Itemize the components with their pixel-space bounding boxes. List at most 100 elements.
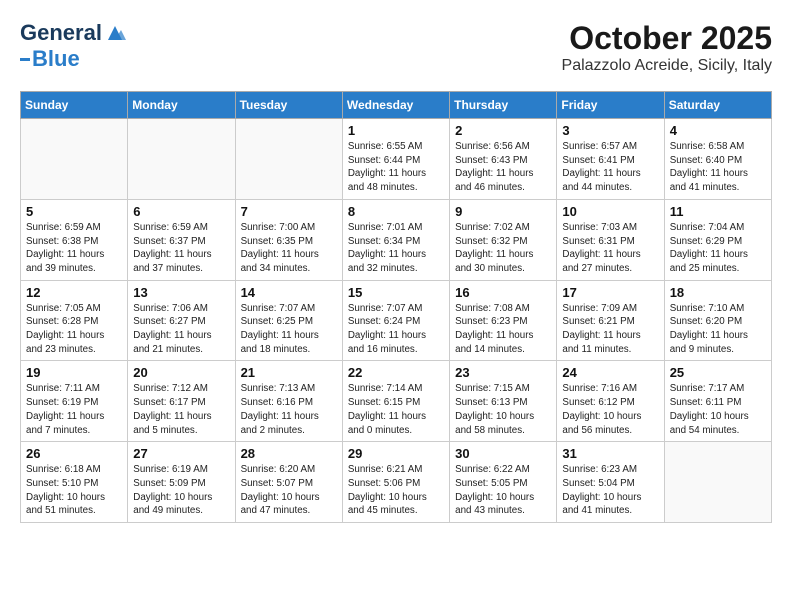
day-cell: 1 Sunrise: 6:55 AMSunset: 6:44 PMDaylight… xyxy=(342,119,449,200)
day-cell: 30 Sunrise: 6:22 AMSunset: 5:05 PMDayligh… xyxy=(450,442,557,523)
day-number: 31 xyxy=(562,446,658,461)
header-friday: Friday xyxy=(557,92,664,119)
day-info: Sunrise: 6:21 AMSunset: 5:06 PMDaylight:… xyxy=(348,463,444,518)
day-info: Sunrise: 7:11 AMSunset: 6:19 PMDaylight:… xyxy=(26,382,122,437)
day-info: Sunrise: 6:20 AMSunset: 5:07 PMDaylight:… xyxy=(241,463,337,518)
day-info: Sunrise: 6:55 AMSunset: 6:44 PMDaylight:… xyxy=(348,140,444,195)
day-info: Sunrise: 7:15 AMSunset: 6:13 PMDaylight:… xyxy=(455,382,551,437)
day-cell xyxy=(664,442,771,523)
day-info: Sunrise: 7:02 AMSunset: 6:32 PMDaylight:… xyxy=(455,221,551,276)
day-number: 8 xyxy=(348,204,444,219)
day-number: 1 xyxy=(348,123,444,138)
day-number: 11 xyxy=(670,204,766,219)
day-number: 23 xyxy=(455,365,551,380)
day-number: 19 xyxy=(26,365,122,380)
day-info: Sunrise: 6:22 AMSunset: 5:05 PMDaylight:… xyxy=(455,463,551,518)
logo-blue: Blue xyxy=(32,46,80,72)
day-cell: 2Sunrise: 6:56 AMSunset: 6:43 PMDaylight… xyxy=(450,119,557,200)
day-cell: 3 Sunrise: 6:57 AMSunset: 6:41 PMDaylight… xyxy=(557,119,664,200)
day-number: 12 xyxy=(26,285,122,300)
day-cell: 21Sunrise: 7:13 AMSunset: 6:16 PMDayligh… xyxy=(235,361,342,442)
day-cell xyxy=(235,119,342,200)
day-number: 5 xyxy=(26,204,122,219)
title-section: October 2025 Palazzolo Acreide, Sicily, … xyxy=(562,20,772,75)
day-number: 17 xyxy=(562,285,658,300)
day-cell: 5 Sunrise: 6:59 AMSunset: 6:38 PMDaylight… xyxy=(21,199,128,280)
week-row-2: 5 Sunrise: 6:59 AMSunset: 6:38 PMDaylight… xyxy=(21,199,772,280)
day-number: 29 xyxy=(348,446,444,461)
day-info: Sunrise: 7:05 AMSunset: 6:28 PMDaylight:… xyxy=(26,302,122,357)
day-info: Sunrise: 7:14 AMSunset: 6:15 PMDaylight:… xyxy=(348,382,444,437)
day-number: 9 xyxy=(455,204,551,219)
day-number: 25 xyxy=(670,365,766,380)
day-info: Sunrise: 7:09 AMSunset: 6:21 PMDaylight:… xyxy=(562,302,658,357)
day-info: Sunrise: 7:12 AMSunset: 6:17 PMDaylight:… xyxy=(133,382,229,437)
day-cell: 15 Sunrise: 7:07 AMSunset: 6:24 PMDayligh… xyxy=(342,280,449,361)
day-cell: 12 Sunrise: 7:05 AMSunset: 6:28 PMDayligh… xyxy=(21,280,128,361)
header-sunday: Sunday xyxy=(21,92,128,119)
day-cell: 25 Sunrise: 7:17 AMSunset: 6:11 PMDayligh… xyxy=(664,361,771,442)
day-info: Sunrise: 7:17 AMSunset: 6:11 PMDaylight:… xyxy=(670,382,766,437)
day-number: 22 xyxy=(348,365,444,380)
day-info: Sunrise: 7:16 AMSunset: 6:12 PMDaylight:… xyxy=(562,382,658,437)
day-info: Sunrise: 6:57 AMSunset: 6:41 PMDaylight:… xyxy=(562,140,658,195)
header-saturday: Saturday xyxy=(664,92,771,119)
day-info: Sunrise: 7:07 AMSunset: 6:24 PMDaylight:… xyxy=(348,302,444,357)
day-info: Sunrise: 7:00 AMSunset: 6:35 PMDaylight:… xyxy=(241,221,337,276)
day-cell: 31 Sunrise: 6:23 AMSunset: 5:04 PMDayligh… xyxy=(557,442,664,523)
day-info: Sunrise: 6:58 AMSunset: 6:40 PMDaylight:… xyxy=(670,140,766,195)
day-number: 3 xyxy=(562,123,658,138)
logo-icon xyxy=(104,22,126,44)
page-header: General Blue October 2025 Palazzolo Acre… xyxy=(20,20,772,75)
day-cell: 14 Sunrise: 7:07 AMSunset: 6:25 PMDayligh… xyxy=(235,280,342,361)
day-info: Sunrise: 7:10 AMSunset: 6:20 PMDaylight:… xyxy=(670,302,766,357)
day-number: 14 xyxy=(241,285,337,300)
day-info: Sunrise: 6:19 AMSunset: 5:09 PMDaylight:… xyxy=(133,463,229,518)
day-info: Sunrise: 6:23 AMSunset: 5:04 PMDaylight:… xyxy=(562,463,658,518)
location: Palazzolo Acreide, Sicily, Italy xyxy=(562,57,772,75)
day-cell: 18 Sunrise: 7:10 AMSunset: 6:20 PMDayligh… xyxy=(664,280,771,361)
day-info: Sunrise: 7:07 AMSunset: 6:25 PMDaylight:… xyxy=(241,302,337,357)
calendar-header-row: SundayMondayTuesdayWednesdayThursdayFrid… xyxy=(21,92,772,119)
day-number: 18 xyxy=(670,285,766,300)
day-cell: 19 Sunrise: 7:11 AMSunset: 6:19 PMDayligh… xyxy=(21,361,128,442)
day-cell: 24Sunrise: 7:16 AMSunset: 6:12 PMDayligh… xyxy=(557,361,664,442)
week-row-5: 26 Sunrise: 6:18 AMSunset: 5:10 PMDayligh… xyxy=(21,442,772,523)
day-number: 13 xyxy=(133,285,229,300)
day-cell xyxy=(21,119,128,200)
week-row-1: 1 Sunrise: 6:55 AMSunset: 6:44 PMDaylight… xyxy=(21,119,772,200)
day-number: 7 xyxy=(241,204,337,219)
day-cell: 23 Sunrise: 7:15 AMSunset: 6:13 PMDayligh… xyxy=(450,361,557,442)
day-cell: 28Sunrise: 6:20 AMSunset: 5:07 PMDayligh… xyxy=(235,442,342,523)
day-number: 26 xyxy=(26,446,122,461)
header-tuesday: Tuesday xyxy=(235,92,342,119)
day-info: Sunrise: 6:18 AMSunset: 5:10 PMDaylight:… xyxy=(26,463,122,518)
day-cell: 27Sunrise: 6:19 AMSunset: 5:09 PMDayligh… xyxy=(128,442,235,523)
day-cell: 10 Sunrise: 7:03 AMSunset: 6:31 PMDayligh… xyxy=(557,199,664,280)
day-cell: 6 Sunrise: 6:59 AMSunset: 6:37 PMDaylight… xyxy=(128,199,235,280)
day-cell: 7 Sunrise: 7:00 AMSunset: 6:35 PMDaylight… xyxy=(235,199,342,280)
day-number: 6 xyxy=(133,204,229,219)
day-cell: 17 Sunrise: 7:09 AMSunset: 6:21 PMDayligh… xyxy=(557,280,664,361)
header-monday: Monday xyxy=(128,92,235,119)
day-info: Sunrise: 7:03 AMSunset: 6:31 PMDaylight:… xyxy=(562,221,658,276)
day-info: Sunrise: 6:59 AMSunset: 6:37 PMDaylight:… xyxy=(133,221,229,276)
header-thursday: Thursday xyxy=(450,92,557,119)
day-info: Sunrise: 7:04 AMSunset: 6:29 PMDaylight:… xyxy=(670,221,766,276)
day-cell: 8Sunrise: 7:01 AMSunset: 6:34 PMDaylight… xyxy=(342,199,449,280)
day-info: Sunrise: 6:59 AMSunset: 6:38 PMDaylight:… xyxy=(26,221,122,276)
day-cell: 29 Sunrise: 6:21 AMSunset: 5:06 PMDayligh… xyxy=(342,442,449,523)
day-number: 20 xyxy=(133,365,229,380)
month-title: October 2025 xyxy=(562,20,772,57)
day-info: Sunrise: 7:08 AMSunset: 6:23 PMDaylight:… xyxy=(455,302,551,357)
day-cell: 20 Sunrise: 7:12 AMSunset: 6:17 PMDayligh… xyxy=(128,361,235,442)
day-cell: 9 Sunrise: 7:02 AMSunset: 6:32 PMDaylight… xyxy=(450,199,557,280)
day-cell: 11 Sunrise: 7:04 AMSunset: 6:29 PMDayligh… xyxy=(664,199,771,280)
day-number: 30 xyxy=(455,446,551,461)
day-number: 15 xyxy=(348,285,444,300)
day-info: Sunrise: 7:13 AMSunset: 6:16 PMDaylight:… xyxy=(241,382,337,437)
week-row-3: 12 Sunrise: 7:05 AMSunset: 6:28 PMDayligh… xyxy=(21,280,772,361)
day-number: 10 xyxy=(562,204,658,219)
week-row-4: 19 Sunrise: 7:11 AMSunset: 6:19 PMDayligh… xyxy=(21,361,772,442)
day-cell: 26 Sunrise: 6:18 AMSunset: 5:10 PMDayligh… xyxy=(21,442,128,523)
